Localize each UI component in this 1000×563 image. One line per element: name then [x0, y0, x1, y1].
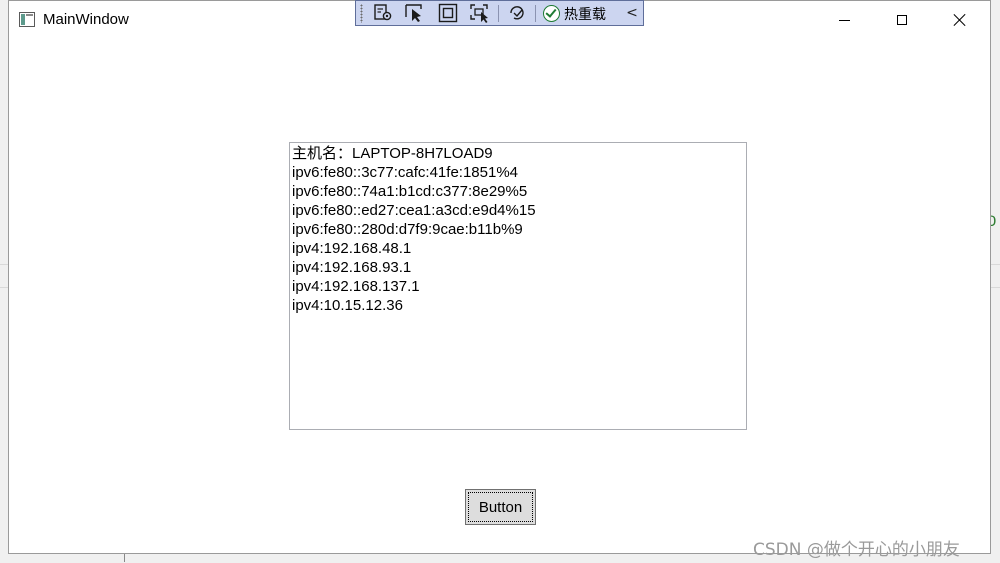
main-button[interactable]: Button — [465, 489, 536, 525]
host-info-textbox[interactable]: 主机名：LAPTOP-8H7LOAD9 ipv6:fe80::3c77:cafc… — [289, 142, 747, 430]
maximize-icon — [897, 15, 907, 25]
check-circle-icon — [543, 5, 560, 22]
toolbar-grip-icon[interactable] — [360, 4, 363, 23]
textbox-line: ipv4:192.168.93.1 — [292, 259, 412, 276]
xaml-debug-toolbar: 热重载 < — [355, 0, 644, 26]
close-button[interactable] — [931, 1, 989, 39]
binding-failures-icon[interactable] — [506, 3, 528, 23]
textbox-line: ipv4:10.15.12.36 — [292, 297, 403, 314]
minimize-icon — [838, 19, 850, 21]
textbox-line: ipv6:fe80::74a1:b1cd:c377:8e29%5 — [292, 183, 528, 200]
minimize-button[interactable] — [815, 1, 873, 39]
maximize-button[interactable] — [873, 1, 931, 39]
toolbar-separator — [498, 5, 499, 22]
live-visual-tree-icon[interactable] — [372, 3, 394, 23]
select-element-icon[interactable] — [404, 3, 426, 23]
textbox-line: ipv4:192.168.137.1 — [292, 278, 420, 295]
textbox-line: ipv4:192.168.48.1 — [292, 240, 412, 257]
track-focused-element-icon[interactable] — [469, 3, 491, 23]
main-window: MainWindow 主机名：LAPTOP-8H7LOAD9 ipv6:fe80… — [8, 0, 991, 554]
textbox-line: ipv6:fe80::3c77:cafc:41fe:1851%4 — [292, 164, 518, 181]
hot-reload-button[interactable]: 热重载 — [543, 3, 606, 24]
collapse-toolbar-button[interactable]: < — [626, 4, 638, 22]
textbox-line: ipv6:fe80::ed27:cea1:a3cd:e9d4%15 — [292, 202, 536, 219]
hot-reload-label: 热重载 — [564, 6, 606, 23]
textbox-line: 主机名：LAPTOP-8H7LOAD9 — [292, 145, 493, 162]
watermark: CSDN @做个开心的小朋友 — [753, 540, 960, 560]
close-icon — [953, 13, 967, 27]
display-layout-adorners-icon[interactable] — [437, 3, 459, 23]
toolbar-separator — [535, 5, 536, 22]
main-button-label: Button — [478, 498, 523, 516]
app-window-icon — [19, 12, 35, 27]
window-title: MainWindow — [43, 11, 129, 28]
textbox-line: ipv6:fe80::280d:d7f9:9cae:b11b%9 — [292, 221, 523, 238]
